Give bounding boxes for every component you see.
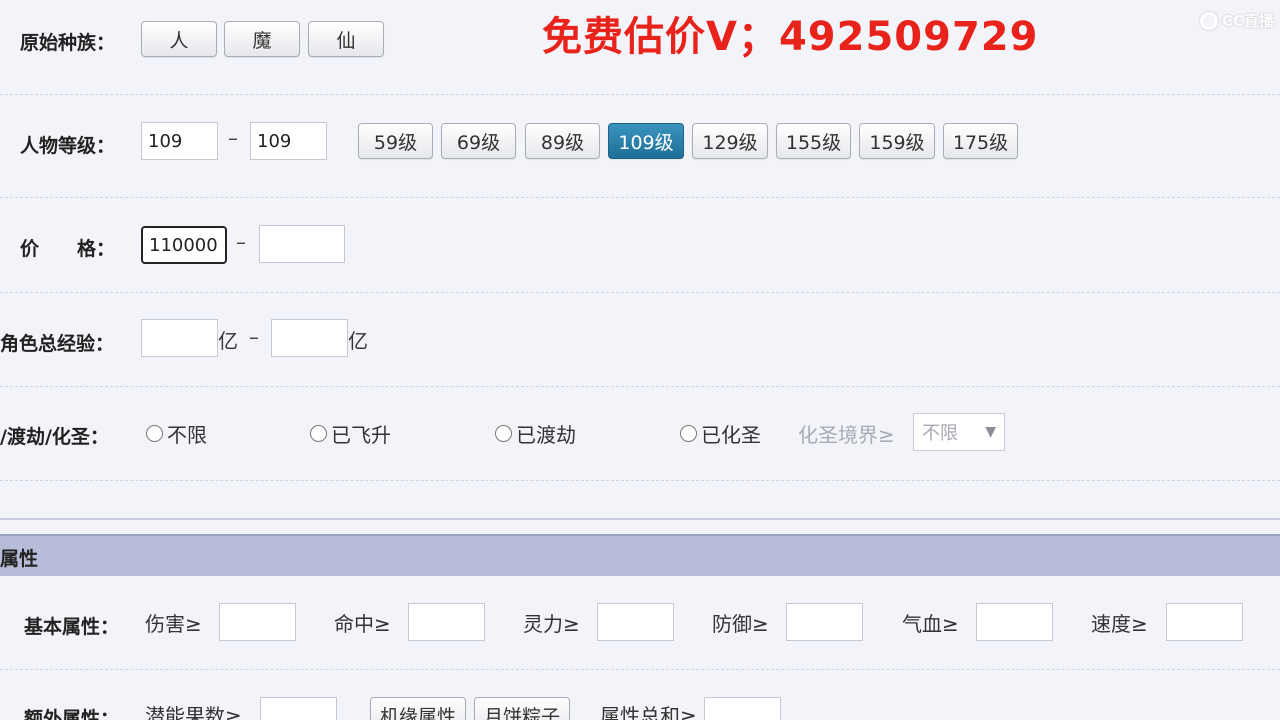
experience-separator: –	[249, 325, 259, 349]
price-max-input[interactable]	[259, 225, 345, 263]
radio-sanctified-label: 已化圣	[701, 423, 761, 447]
defense-input[interactable]	[786, 603, 863, 641]
attributes-section-title: 属性	[0, 548, 39, 570]
experience-max-input[interactable]	[271, 319, 348, 357]
sum-label: 属性总和≥	[600, 704, 697, 720]
level-preset-175[interactable]: 175级	[943, 123, 1018, 159]
level-row: 人物等级： 109 – 109 59级 69级 89级 109级 129级 15…	[0, 95, 1280, 198]
potential-input[interactable]	[260, 697, 337, 720]
realm-select[interactable]: 不限 ▼	[913, 413, 1005, 451]
hit-input[interactable]	[408, 603, 485, 641]
race-row: 原始种族： 人 魔 仙	[0, 0, 1280, 95]
experience-row: 角色总经验： 亿 – 亿	[0, 293, 1280, 387]
level-preset-159[interactable]: 159级	[859, 123, 935, 159]
attributes-section-header: 属性	[0, 534, 1280, 576]
level-preset-59[interactable]: 59级	[358, 123, 433, 159]
extra-attributes-label: 额外属性：	[24, 708, 120, 720]
level-separator: –	[228, 126, 238, 150]
damage-label: 伤害≥	[145, 612, 202, 636]
extra-attributes-row: 额外属性： 潜能果数≥ 机缘属性 月饼粽子 属性总和≥	[0, 670, 1280, 720]
ascension-row: /渡劫/化圣： 不限 已飞升 已渡劫 已化圣 化圣境界≥ 不限 ▼	[0, 387, 1280, 481]
section-divider	[0, 518, 1280, 520]
level-min-input[interactable]: 109	[141, 122, 218, 160]
experience-min-input[interactable]	[141, 319, 218, 357]
chevron-down-icon: ▼	[985, 424, 996, 440]
price-label: 价 格：	[20, 238, 116, 260]
defense-label: 防御≥	[712, 612, 769, 636]
price-separator: –	[236, 230, 246, 254]
radio-sanctified[interactable]	[680, 425, 697, 442]
level-label: 人物等级：	[20, 135, 116, 157]
race-label: 原始种族：	[20, 32, 116, 54]
level-preset-155[interactable]: 155级	[776, 123, 851, 159]
speed-label: 速度≥	[1091, 612, 1148, 636]
race-human-button[interactable]: 人	[141, 21, 217, 57]
basic-attributes-row: 基本属性： 伤害≥ 命中≥ 灵力≥ 防御≥ 气血≥ 速度≥	[0, 576, 1280, 670]
level-max-input[interactable]: 109	[250, 122, 327, 160]
radio-ascended-label: 已飞升	[331, 423, 391, 447]
experience-label: 角色总经验：	[0, 333, 115, 355]
search-form-page: 免费估价V；492509729 CC直播 原始种族： 人 魔 仙 人物等级： 1…	[0, 0, 1280, 720]
level-preset-129[interactable]: 129级	[692, 123, 768, 159]
level-preset-109[interactable]: 109级	[608, 123, 684, 159]
damage-input[interactable]	[219, 603, 296, 641]
mooncake-button[interactable]: 月饼粽子	[474, 697, 570, 720]
radio-ascended[interactable]	[310, 425, 327, 442]
speed-input[interactable]	[1166, 603, 1243, 641]
price-row: 价 格： 110000 –	[0, 198, 1280, 293]
radio-unlimited[interactable]	[146, 425, 163, 442]
experience-min-unit: 亿	[218, 329, 238, 353]
ascension-label: /渡劫/化圣：	[0, 426, 109, 448]
hp-input[interactable]	[976, 603, 1053, 641]
radio-tribulation-label: 已渡劫	[516, 423, 576, 447]
hit-label: 命中≥	[334, 612, 391, 636]
radio-tribulation[interactable]	[495, 425, 512, 442]
price-min-input[interactable]: 110000	[141, 226, 227, 264]
fate-attributes-button[interactable]: 机缘属性	[370, 697, 466, 720]
sum-input[interactable]	[704, 697, 781, 720]
basic-attributes-label: 基本属性：	[24, 616, 120, 638]
potential-label: 潜能果数≥	[145, 704, 242, 720]
level-preset-69[interactable]: 69级	[441, 123, 516, 159]
race-demon-button[interactable]: 魔	[224, 21, 300, 57]
spirit-label: 灵力≥	[523, 612, 580, 636]
realm-select-value: 不限	[922, 423, 958, 444]
race-immortal-button[interactable]: 仙	[308, 21, 384, 57]
level-preset-89[interactable]: 89级	[525, 123, 600, 159]
radio-unlimited-label: 不限	[167, 423, 207, 447]
experience-max-unit: 亿	[348, 329, 368, 353]
realm-label: 化圣境界≥	[798, 423, 895, 447]
spirit-input[interactable]	[597, 603, 674, 641]
hp-label: 气血≥	[902, 612, 959, 636]
